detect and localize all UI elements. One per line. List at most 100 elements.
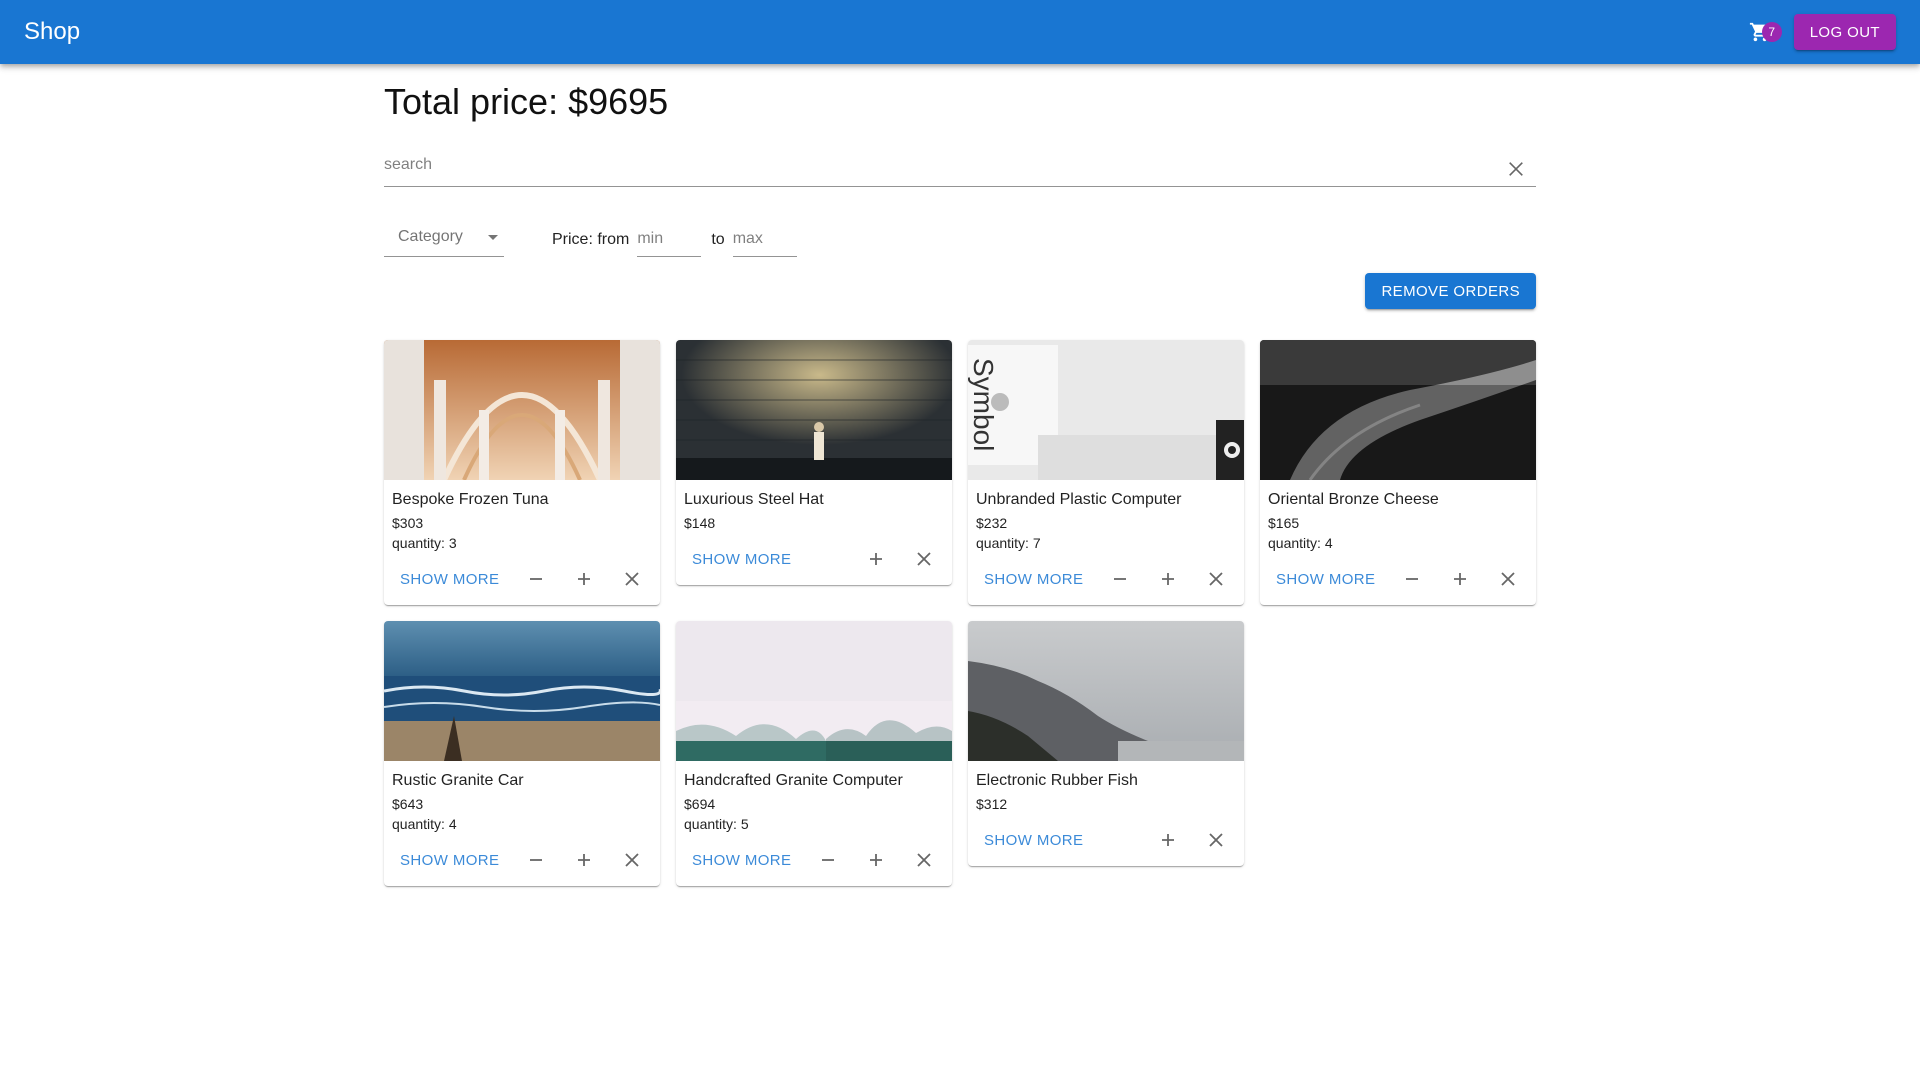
show-more-button[interactable]: SHOW MORE <box>976 565 1091 594</box>
product-card-content: Bespoke Frozen Tuna $303 quantity: 3 <box>384 480 660 553</box>
close-icon <box>1501 572 1515 586</box>
increase-quantity-button[interactable] <box>856 539 896 579</box>
close-icon <box>1509 162 1523 177</box>
show-more-button[interactable]: SHOW MORE <box>392 565 507 594</box>
product-card-content: Handcrafted Granite Computer $694 quantity… <box>676 761 952 834</box>
increase-quantity-button[interactable] <box>856 840 896 880</box>
app-bar: Shop 7 LOG OUT <box>0 0 1920 64</box>
product-card: Bespoke Frozen Tuna $303 quantity: 3 SHOW M… <box>384 340 660 606</box>
close-icon <box>917 853 931 867</box>
increase-quantity-button[interactable] <box>564 559 604 599</box>
decrease-quantity-button[interactable] <box>1392 559 1432 599</box>
close-icon <box>625 853 639 867</box>
clear-search-button[interactable] <box>1496 149 1536 189</box>
product-quantity: quantity: 7 <box>976 533 1236 553</box>
remove-orders-row: REMOVE ORDERS <box>384 273 1536 310</box>
product-price: $643 <box>392 796 424 813</box>
plus-icon <box>1162 834 1174 847</box>
increase-quantity-button[interactable] <box>1148 559 1188 599</box>
product-card: Oriental Bronze Cheese $165 quantity: 4 SHO… <box>1260 340 1536 606</box>
product-image <box>384 340 660 481</box>
increase-quantity-button[interactable] <box>1148 820 1188 860</box>
product-grid: Bespoke Frozen Tuna $303 quantity: 3 SHOW M… <box>384 340 1536 887</box>
product-price: $232 <box>976 515 1008 532</box>
increase-quantity-button[interactable] <box>564 840 604 880</box>
product-name: Unbranded Plastic Computer <box>976 491 1182 509</box>
remove-item-button[interactable] <box>1196 820 1236 860</box>
quantity-value: 4 <box>448 816 457 833</box>
show-more-button[interactable]: SHOW MORE <box>976 826 1091 855</box>
close-icon <box>1209 833 1223 847</box>
plus-icon <box>870 854 882 867</box>
quantity-label: quantity: <box>976 535 1029 552</box>
total-price-label: Total price: <box>384 81 559 122</box>
remove-orders-button[interactable]: REMOVE ORDERS <box>1365 273 1536 310</box>
decrease-quantity-button[interactable] <box>516 559 556 599</box>
dropdown-arrow-icon <box>488 235 498 241</box>
product-image: Symbol <box>968 340 1244 481</box>
price-filter: Price: from to <box>552 225 797 258</box>
quantity-label: quantity: <box>392 816 445 833</box>
min-price-input[interactable] <box>637 225 702 258</box>
show-more-button[interactable]: SHOW MORE <box>684 545 799 574</box>
category-select[interactable]: Category <box>384 217 504 258</box>
decrease-quantity-button[interactable] <box>1100 559 1140 599</box>
product-card: Rustic Granite Car $643 quantity: 4 SHOW MO… <box>384 621 660 887</box>
quantity-label: quantity: <box>1268 535 1321 552</box>
cart-button[interactable]: 7 <box>1740 12 1782 52</box>
quantity-value: 7 <box>1032 535 1041 552</box>
plus-icon <box>870 553 882 566</box>
show-more-button[interactable]: SHOW MORE <box>392 846 507 875</box>
product-card-content: Oriental Bronze Cheese $165 quantity: 4 <box>1260 480 1536 553</box>
plus-icon <box>578 854 590 867</box>
product-name: Electronic Rubber Fish <box>976 772 1138 790</box>
product-price: $303 <box>392 515 424 532</box>
show-more-button[interactable]: SHOW MORE <box>684 846 799 875</box>
close-icon <box>625 572 639 586</box>
product-card-content: Luxurious Steel Hat $148 <box>676 480 952 533</box>
quantity-value: 3 <box>448 535 457 552</box>
close-icon <box>1209 572 1223 586</box>
product-card: Symbol Unbranded Plastic Computer $232 quan… <box>968 340 1244 606</box>
minus-icon <box>530 859 542 862</box>
quantity-value: 4 <box>1324 535 1333 552</box>
product-card-content: Unbranded Plastic Computer $232 quantity: … <box>968 480 1244 553</box>
max-price-input[interactable] <box>732 225 797 258</box>
product-name: Luxurious Steel Hat <box>684 491 824 509</box>
quantity-value: 5 <box>740 816 749 833</box>
product-card-actions: SHOW MORE <box>968 553 1244 605</box>
product-card: Electronic Rubber Fish $312 SHOW MORE <box>968 621 1244 867</box>
search-input[interactable] <box>384 147 1536 184</box>
product-name: Bespoke Frozen Tuna <box>392 491 549 509</box>
logout-button[interactable]: LOG OUT <box>1793 14 1896 50</box>
product-card-actions: SHOW MORE <box>384 834 660 886</box>
product-price: $312 <box>976 796 1008 813</box>
plus-icon <box>1454 573 1466 586</box>
remove-item-button[interactable] <box>1488 559 1528 599</box>
remove-item-button[interactable] <box>612 840 652 880</box>
increase-quantity-button[interactable] <box>1440 559 1480 599</box>
plus-icon <box>578 573 590 586</box>
remove-item-button[interactable] <box>904 840 944 880</box>
quantity-label: quantity: <box>392 535 445 552</box>
minus-icon <box>822 859 834 862</box>
remove-item-button[interactable] <box>904 539 944 579</box>
remove-item-button[interactable] <box>612 559 652 599</box>
search-field <box>384 147 1536 189</box>
plus-icon <box>1162 573 1174 586</box>
remove-item-button[interactable] <box>1196 559 1236 599</box>
show-more-button[interactable]: SHOW MORE <box>1268 565 1383 594</box>
product-card-actions: SHOW MORE <box>676 533 952 585</box>
product-image <box>1260 340 1536 481</box>
product-name: Rustic Granite Car <box>392 772 524 790</box>
product-card: Luxurious Steel Hat $148 SHOW MORE <box>676 340 952 586</box>
decrease-quantity-button[interactable] <box>516 840 556 880</box>
product-name: Handcrafted Granite Computer <box>684 772 903 790</box>
product-card-actions: SHOW MORE <box>384 553 660 605</box>
product-card: Handcrafted Granite Computer $694 quantity… <box>676 621 952 887</box>
price-from-label: Price: from <box>552 231 630 249</box>
price-to-label: to <box>711 231 725 249</box>
product-quantity: quantity: 3 <box>392 533 652 553</box>
decrease-quantity-button[interactable] <box>808 840 848 880</box>
total-price-value: $9695 <box>568 81 669 122</box>
